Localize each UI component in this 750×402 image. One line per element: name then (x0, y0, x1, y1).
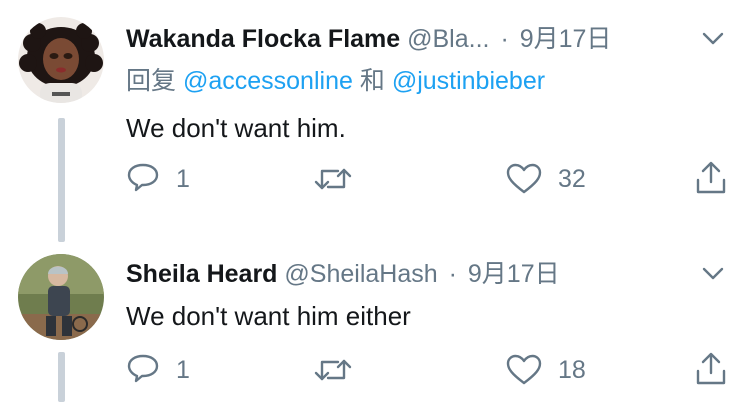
retweet-button[interactable] (314, 164, 352, 194)
tweet-date[interactable]: 9月17日 (520, 25, 612, 53)
retweet-icon (314, 168, 352, 190)
display-name[interactable]: Wakanda Flocka Flame (126, 25, 400, 53)
like-icon (506, 354, 542, 385)
chevron-down-icon[interactable] (700, 26, 726, 52)
tweet-header: Sheila Heard @SheilaHash · 9月17日 (126, 259, 560, 289)
tweet-text: We don't want him. (126, 113, 346, 143)
reply-count: 1 (176, 355, 190, 384)
tweet[interactable]: Wakanda Flocka Flame @Bla... · 9月17日 回复 … (0, 0, 750, 240)
share-icon (696, 161, 726, 194)
reply-icon (127, 163, 159, 192)
tweet-date[interactable]: 9月17日 (468, 260, 560, 288)
reply-button[interactable]: 1 (126, 162, 190, 196)
user-handle[interactable]: @Bla... (407, 25, 489, 53)
reply-icon (127, 354, 159, 383)
reply-count: 1 (176, 164, 190, 193)
reply-prefix: 回复 (126, 67, 177, 95)
retweet-button[interactable] (314, 355, 352, 385)
retweet-icon (314, 359, 352, 381)
like-count: 32 (558, 164, 586, 193)
chevron-down-icon[interactable] (700, 261, 726, 287)
like-button[interactable]: 18 (506, 354, 586, 386)
tweet-header: Wakanda Flocka Flame @Bla... · 9月17日 (126, 24, 611, 54)
avatar[interactable] (18, 17, 104, 103)
mention-link[interactable]: @accessonline (183, 67, 353, 95)
reply-context: 回复 @accessonline 和 @justinbieber (126, 66, 545, 96)
user-handle[interactable]: @SheilaHash (284, 260, 437, 288)
separator-dot: · (500, 25, 509, 53)
tweet[interactable]: Sheila Heard @SheilaHash · 9月17日 We don'… (0, 242, 750, 402)
share-button[interactable] (694, 351, 728, 387)
like-count: 18 (558, 355, 586, 384)
separator-dot: · (448, 260, 457, 288)
mention-link[interactable]: @justinbieber (392, 67, 545, 95)
tweet-text: We don't want him either (126, 301, 411, 331)
display-name[interactable]: Sheila Heard (126, 260, 277, 288)
share-icon (696, 352, 726, 385)
reply-button[interactable]: 1 (126, 353, 190, 387)
avatar[interactable] (18, 254, 104, 340)
like-button[interactable]: 32 (506, 163, 586, 195)
like-icon (506, 163, 542, 194)
share-button[interactable] (694, 160, 728, 196)
reply-conjunction: 和 (359, 67, 385, 95)
